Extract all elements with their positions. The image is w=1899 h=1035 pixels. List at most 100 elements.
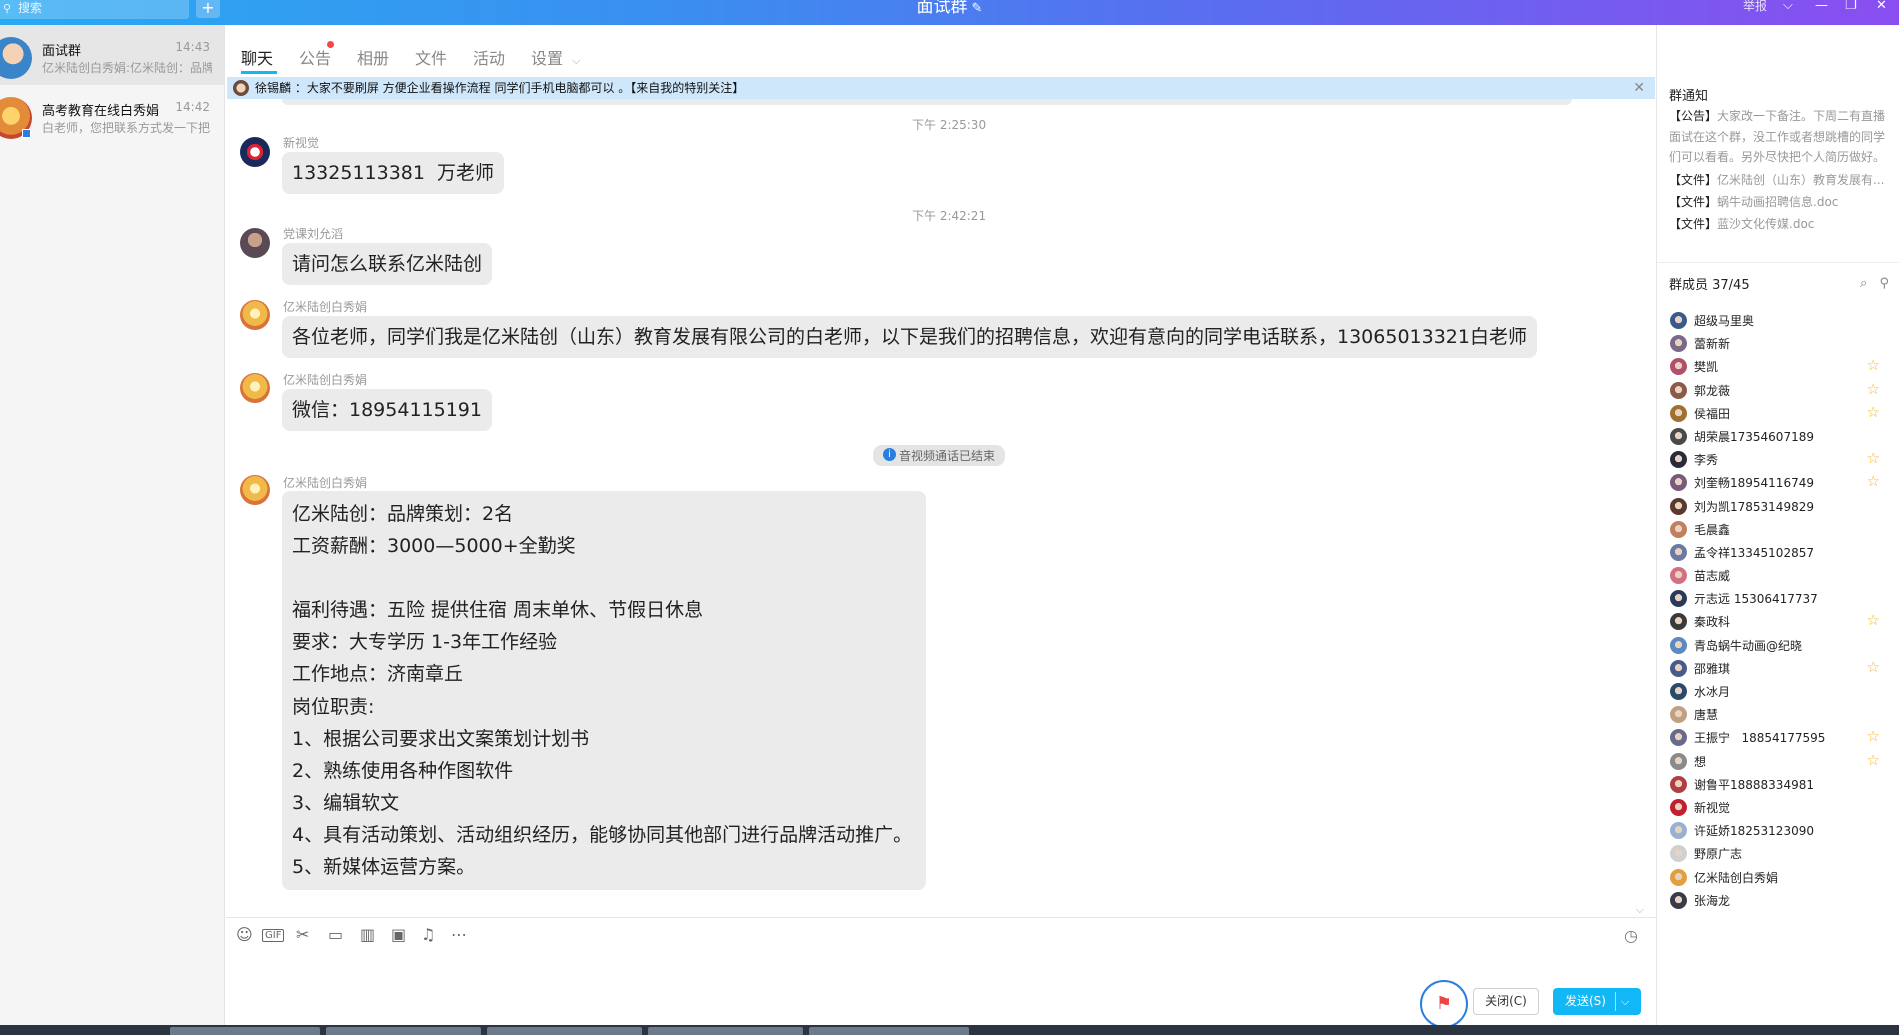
tab-files[interactable]: 文件: [415, 45, 447, 69]
avatar[interactable]: [240, 475, 270, 505]
message-bubble[interactable]: 13325113381 万老师: [282, 152, 505, 194]
close-icon[interactable]: ✕: [1633, 77, 1645, 99]
tab-chat[interactable]: 聊天: [241, 45, 273, 69]
avatar: [1670, 613, 1687, 631]
message-bubble[interactable]: 微信：18954115191: [282, 389, 492, 431]
title-bar: ⚲ 搜索 + 面试群 ✎ 举报 ⌵ — ❐ ✕: [0, 0, 1899, 25]
timestamp: 下午 2:42:21: [912, 209, 987, 223]
member-item[interactable]: 野原广志: [1657, 842, 1899, 865]
taskbar-item[interactable]: [326, 1027, 481, 1035]
taskbar-item[interactable]: [170, 1027, 320, 1035]
notice-file[interactable]: 【文件】蜗牛动画招聘信息.doc: [1669, 192, 1889, 213]
message-bubble[interactable]: 请问怎么联系亿米陆创: [282, 243, 493, 285]
member-item[interactable]: 刘为凯17853149829: [1657, 495, 1899, 518]
member-item[interactable]: 亓志远 15306417737: [1657, 587, 1899, 610]
member-item[interactable]: 张海龙: [1657, 889, 1899, 912]
member-item[interactable]: 苗志威: [1657, 564, 1899, 587]
member-item[interactable]: 侯福田 ☆: [1657, 402, 1899, 425]
dropdown-icon[interactable]: ⌵: [1783, 0, 1793, 12]
avatar: [1670, 358, 1687, 376]
message-bubble[interactable]: 各位老师，同学们我是亿米陆创（山东）教育发展有限公司的白老师，以下是我们的招聘信…: [282, 316, 1537, 358]
close-button[interactable]: 关闭(C): [1473, 988, 1539, 1015]
device-badge: [22, 129, 31, 138]
star-icon: ☆: [1866, 379, 1880, 398]
pinned-announcement[interactable]: 徐锡麟 ：大家不要刷屏 方便企业看操作流程 同学们手机电脑都可以 。【来自我的特…: [227, 77, 1655, 99]
cursor-highlight-icon: ⚑: [1420, 980, 1468, 1028]
image-icon[interactable]: ▣: [391, 925, 406, 944]
tab-activities[interactable]: 活动: [473, 45, 505, 69]
member-item[interactable]: 孟令祥13345102857: [1657, 541, 1899, 564]
session-list: 面试群 14:43 亿米陆创白秀娟:亿米陆创：品牌策划：2名 高考教育在线白秀娟…: [0, 25, 225, 1025]
edit-icon[interactable]: ✎: [972, 1, 983, 16]
notice-file[interactable]: 【文件】蓝沙文化传媒.doc: [1669, 214, 1889, 235]
group-notice-title: 群通知: [1669, 89, 1709, 104]
tab-settings[interactable]: 设置 ⌵: [531, 45, 580, 69]
session-time: 14:42: [175, 100, 210, 114]
notice-announcement[interactable]: 【公告】大家改一下备注。下周二有直播面试在这个群，没工作或者想跳槽的同学们可以看…: [1669, 106, 1889, 168]
folder-icon[interactable]: ▭: [328, 925, 343, 944]
member-item[interactable]: 樊凯 ☆: [1657, 355, 1899, 378]
avatar[interactable]: [240, 373, 270, 403]
notice-text: 蜗牛动画招聘信息.doc: [1717, 195, 1839, 209]
member-item[interactable]: 青岛蜗牛动画@纪晓: [1657, 634, 1899, 657]
member-item[interactable]: 新视觉: [1657, 796, 1899, 819]
member-item[interactable]: 秦政科 ☆: [1657, 610, 1899, 633]
member-name: 苗志威: [1694, 569, 1731, 584]
notice-file[interactable]: 【文件】亿米陆创（山东）教育发展有...: [1669, 170, 1889, 191]
more-icon[interactable]: ⋯: [451, 925, 467, 944]
report-link[interactable]: 举报: [1743, 0, 1767, 13]
member-item[interactable]: 李秀 ☆: [1657, 448, 1899, 471]
member-item[interactable]: 唐慧: [1657, 703, 1899, 726]
sender-name: 党课刘允滔: [283, 227, 344, 241]
member-name: 许延娇18253123090: [1694, 824, 1814, 839]
send-button[interactable]: 发送(S) ⌵: [1553, 988, 1641, 1015]
chevron-down-icon[interactable]: ⌵: [1621, 988, 1629, 1015]
member-name: 张海龙: [1694, 893, 1731, 908]
member-item[interactable]: 毛晨鑫: [1657, 518, 1899, 541]
bell-icon[interactable]: ♫: [421, 925, 435, 944]
collapse-icon[interactable]: ⌵: [1636, 903, 1644, 917]
history-icon[interactable]: ◷: [1624, 926, 1638, 945]
doc-icon[interactable]: ▥: [360, 925, 375, 944]
member-item[interactable]: 邵雅琪 ☆: [1657, 657, 1899, 680]
scissors-icon[interactable]: ✂: [296, 925, 309, 944]
close-icon[interactable]: ✕: [1876, 0, 1887, 12]
member-item[interactable]: 刘奎畅18954116749 ☆: [1657, 471, 1899, 494]
member-tools: ⌕ ⚲: [1860, 276, 1889, 291]
taskbar-item[interactable]: [809, 1027, 969, 1035]
info-icon: i: [883, 448, 896, 461]
member-item[interactable]: 许延娇18253123090: [1657, 819, 1899, 842]
tab-album[interactable]: 相册: [357, 45, 389, 69]
tab-announcement[interactable]: 公告: [299, 45, 331, 69]
member-item[interactable]: 想 ☆: [1657, 750, 1899, 773]
avatar[interactable]: [240, 228, 270, 258]
avatar[interactable]: [240, 300, 270, 330]
member-item[interactable]: 胡荣晨17354607189: [1657, 425, 1899, 448]
member-item[interactable]: 谢鲁平18888334981: [1657, 773, 1899, 796]
member-item[interactable]: 超级马里奥: [1657, 309, 1899, 332]
member-item[interactable]: 水冰月: [1657, 680, 1899, 703]
session-item-education[interactable]: 高考教育在线白秀娟 14:42 白老师，您把联系方式发一下把: [0, 85, 224, 145]
emoji-icon[interactable]: ☺: [236, 925, 253, 944]
member-item[interactable]: 郭龙薇 ☆: [1657, 379, 1899, 402]
minimize-icon[interactable]: —: [1815, 0, 1828, 12]
member-item[interactable]: 亿米陆创白秀娟: [1657, 866, 1899, 889]
member-item[interactable]: 蕾新新: [1657, 332, 1899, 355]
star-icon: ☆: [1866, 657, 1880, 676]
gif-icon[interactable]: GIF: [262, 929, 285, 942]
star-icon: ☆: [1866, 449, 1880, 468]
taskbar-item[interactable]: [648, 1027, 803, 1035]
message-list: 下午 2:25:30 新视觉 13325113381 万老师 下午 2:42:2…: [226, 101, 1656, 921]
maximize-icon[interactable]: ❐: [1845, 0, 1857, 12]
search-icon[interactable]: ⚲: [1879, 276, 1889, 291]
avatar: [233, 80, 249, 96]
message-bubble[interactable]: 亿米陆创：品牌策划：2名 工资薪酬：3000—5000+全勤奖 福利待遇：五险 …: [282, 491, 926, 891]
member-name: 水冰月: [1694, 685, 1731, 699]
avatar[interactable]: [240, 137, 270, 167]
member-item[interactable]: 王振宁 18854177595 ☆: [1657, 726, 1899, 749]
session-name: 面试群: [42, 44, 82, 59]
notice-text: 蓝沙文化传媒.doc: [1717, 217, 1815, 231]
taskbar-item[interactable]: [487, 1027, 642, 1035]
member-filter-icon[interactable]: ⌕: [1860, 276, 1867, 291]
session-item-interview-group[interactable]: 面试群 14:43 亿米陆创白秀娟:亿米陆创：品牌策划：2名: [0, 25, 224, 85]
